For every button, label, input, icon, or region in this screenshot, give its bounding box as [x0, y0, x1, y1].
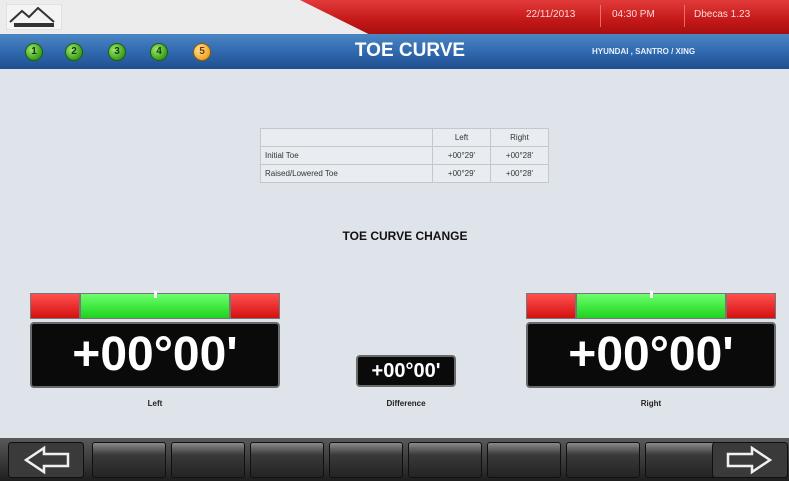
right-value: +00°28': [490, 164, 549, 183]
version-text: Dbecas 1.23: [694, 9, 751, 20]
function-key[interactable]: [566, 442, 640, 478]
table-header-row: Left Right: [260, 128, 549, 147]
toe-values-table: Left Right Initial Toe +00°29' +00°28' R…: [260, 128, 549, 183]
row-label: Initial Toe: [260, 146, 433, 165]
header-divider: [684, 5, 685, 27]
mountain-logo-icon: [6, 4, 62, 30]
right-value: +00°28': [490, 146, 549, 165]
step-1-indicator[interactable]: 1: [25, 43, 43, 61]
page-title: TOE CURVE: [354, 40, 466, 61]
gauge-red-zone: [230, 293, 280, 319]
left-readout: +00°00': [30, 322, 280, 388]
step-bar: 1 2 3 4 5 TOE CURVE HYUNDAI , SANTRO / X…: [0, 34, 789, 69]
gauge-red-zone: [526, 293, 576, 319]
left-tolerance-gauge: [30, 291, 280, 319]
step-2-indicator[interactable]: 2: [65, 43, 83, 61]
right-readout: +00°00': [526, 322, 776, 388]
step-3-indicator[interactable]: 3: [108, 43, 126, 61]
table-header-right: Right: [490, 128, 549, 147]
gauge-marker: [153, 291, 157, 298]
arrow-right-icon[interactable]: [712, 442, 788, 478]
function-key[interactable]: [92, 442, 166, 478]
vehicle-label: HYUNDAI , SANTRO / XING: [592, 47, 696, 56]
step-4-indicator[interactable]: 4: [150, 43, 168, 61]
table-header-left: Left: [432, 128, 491, 147]
function-key[interactable]: [645, 442, 719, 478]
time-text: 04:30 PM: [612, 9, 655, 20]
section-title: TOE CURVE CHANGE: [342, 229, 468, 243]
arrow-left-icon[interactable]: [8, 442, 84, 478]
gauge-red-zone: [30, 293, 80, 319]
function-key[interactable]: [250, 442, 324, 478]
header-divider: [600, 5, 601, 27]
row-label: Raised/Lowered Toe: [260, 164, 433, 183]
left-value: +00°29': [432, 164, 491, 183]
function-key-bar: [0, 438, 789, 481]
left-value: +00°29': [432, 146, 491, 165]
step-5-indicator[interactable]: 5: [193, 43, 211, 61]
difference-caption: Difference: [386, 399, 426, 408]
left-caption: Left: [147, 399, 163, 408]
right-tolerance-gauge: [526, 291, 776, 319]
table-row: Raised/Lowered Toe +00°29' +00°28': [260, 164, 549, 183]
gauge-marker: [649, 291, 653, 298]
date-text: 22/11/2013: [526, 9, 576, 20]
difference-readout: +00°00': [356, 355, 456, 387]
gauge-red-zone: [726, 293, 776, 319]
function-key[interactable]: [408, 442, 482, 478]
table-row: Initial Toe +00°29' +00°28': [260, 146, 549, 165]
function-key[interactable]: [487, 442, 561, 478]
top-bar: 22/11/2013 04:30 PM Dbecas 1.23: [0, 0, 789, 34]
table-header-blank: [260, 128, 433, 147]
right-caption: Right: [640, 399, 662, 408]
function-key[interactable]: [171, 442, 245, 478]
function-key[interactable]: [329, 442, 403, 478]
